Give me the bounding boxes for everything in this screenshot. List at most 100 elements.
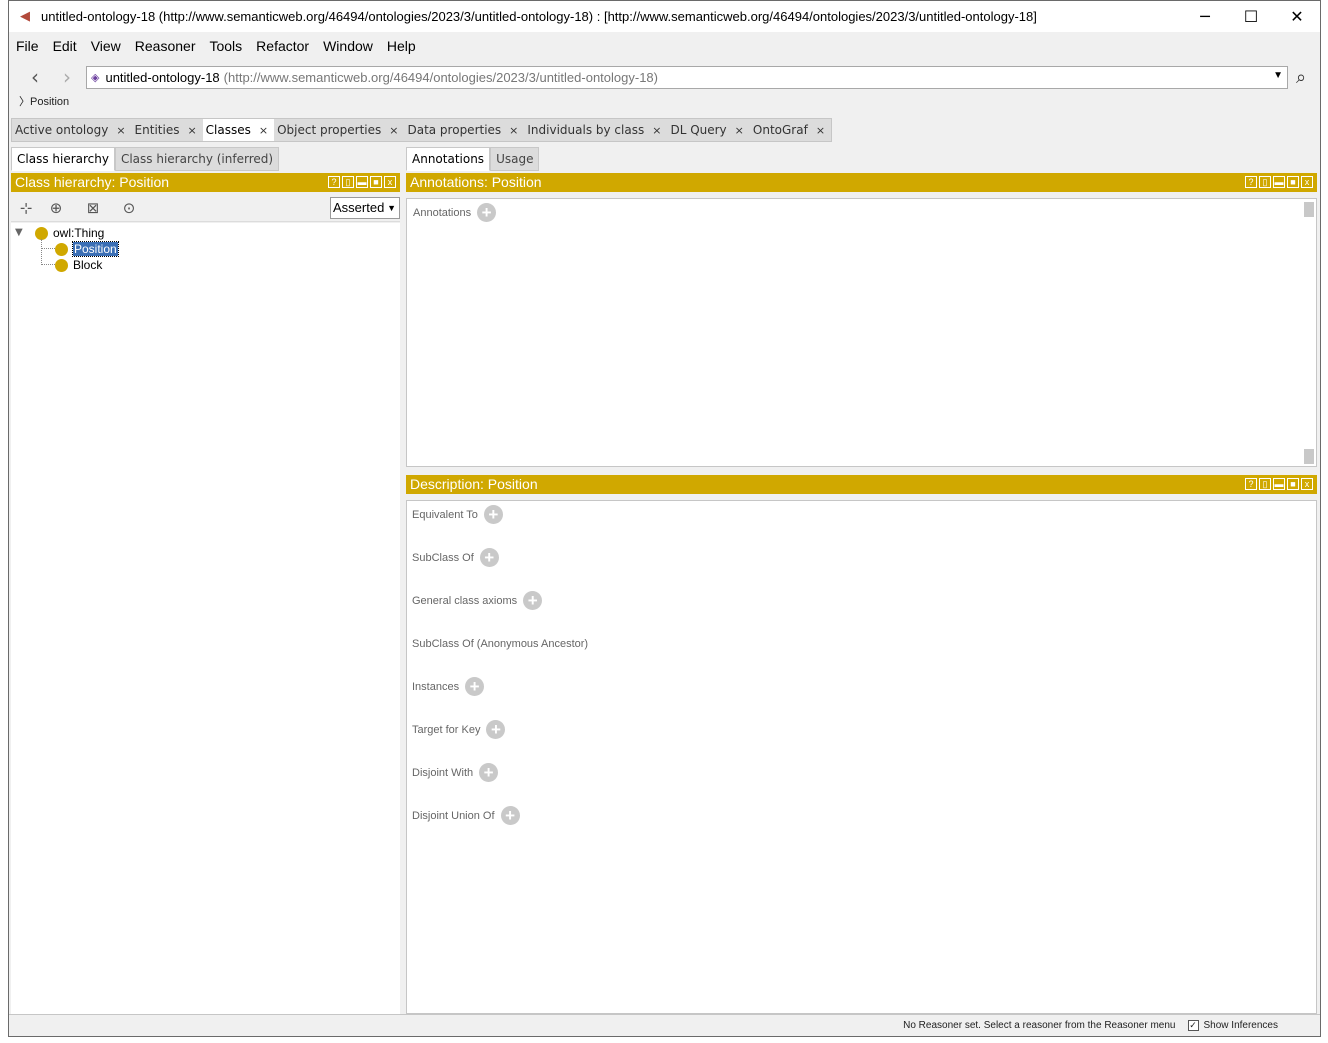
tab-annotations[interactable]: Annotations xyxy=(406,147,491,171)
tab-ontograf[interactable]: OntoGraf × xyxy=(750,119,831,141)
split-horizontal-icon[interactable]: ▬ xyxy=(1273,176,1285,188)
class-tree: ▼ owl:Thing Position Block xyxy=(11,223,400,1014)
close-icon[interactable]: × xyxy=(389,124,398,137)
scrollbar-thumb[interactable] xyxy=(1304,202,1314,217)
menu-edit[interactable]: Edit xyxy=(46,38,84,54)
help-icon[interactable]: ? xyxy=(328,176,340,188)
breadcrumb-item[interactable]: Position xyxy=(30,96,69,108)
add-disjoint-button[interactable]: + xyxy=(479,763,499,782)
navigation-bar: ‹ › ◈ untitled-ontology-18 (http://www.s… xyxy=(9,63,1320,91)
tab-individuals-by-class[interactable]: Individuals by class × xyxy=(524,119,667,141)
close-icon[interactable]: × xyxy=(735,124,744,137)
tab-dl-query[interactable]: DL Query × xyxy=(667,119,749,141)
split-vertical-icon[interactable]: ▯ xyxy=(1259,176,1271,188)
tree-node-position[interactable]: Position xyxy=(55,241,119,257)
split-horizontal-icon[interactable]: ▬ xyxy=(356,176,368,188)
asserted-dropdown[interactable]: Asserted ▼ xyxy=(330,197,400,219)
close-icon[interactable]: × xyxy=(509,124,518,137)
search-icon[interactable]: ⌕ xyxy=(1290,67,1312,89)
ontology-iri: (http://www.semanticweb.org/46494/ontolo… xyxy=(223,70,658,85)
menu-window[interactable]: Window xyxy=(316,38,380,54)
add-gci-button[interactable]: + xyxy=(523,591,543,610)
add-equivalent-button[interactable]: + xyxy=(483,505,503,524)
tab-entities[interactable]: Entities × xyxy=(132,119,203,141)
show-inferences-checkbox[interactable]: ✓ xyxy=(1187,1020,1199,1031)
tree-node-block[interactable]: Block xyxy=(55,257,102,273)
close-icon[interactable]: × xyxy=(116,124,125,137)
menu-view[interactable]: View xyxy=(84,38,128,54)
reasoner-status: No Reasoner set. Select a reasoner from … xyxy=(903,1020,1176,1031)
close-icon[interactable]: × xyxy=(259,124,268,137)
tab-class-hierarchy-inferred[interactable]: Class hierarchy (inferred) xyxy=(114,147,280,171)
class-hierarchy-header: Class hierarchy: Position ? ▯ ▬ ■ x xyxy=(11,173,400,192)
forward-arrow-icon[interactable]: › xyxy=(57,67,77,87)
ontology-diamond-icon: ◈ xyxy=(91,72,100,84)
tab-label: Classes xyxy=(205,123,251,137)
scrollbar-thumb[interactable] xyxy=(1304,449,1314,464)
tab-active-ontology[interactable]: Active ontology × xyxy=(12,119,132,141)
tab-classes[interactable]: Classes × xyxy=(202,119,275,141)
split-vertical-icon[interactable]: ▯ xyxy=(342,176,354,188)
section-label: Disjoint Union Of xyxy=(412,809,495,822)
node-label: Position xyxy=(72,241,119,257)
breadcrumb[interactable]: 〉Position xyxy=(19,93,69,109)
tab-label: DL Query xyxy=(670,123,727,137)
close-icon[interactable]: × xyxy=(816,124,825,137)
tab-class-hierarchy[interactable]: Class hierarchy xyxy=(11,147,115,171)
dropdown-value: Asserted xyxy=(333,200,385,215)
add-superclass-button[interactable]: + xyxy=(479,548,499,567)
menu-help[interactable]: Help xyxy=(380,38,423,54)
chevron-down-icon: ▼ xyxy=(387,203,396,213)
maximize-view-icon[interactable]: ■ xyxy=(1287,478,1299,490)
maximize-view-icon[interactable]: ■ xyxy=(1287,176,1299,188)
menu-tools[interactable]: Tools xyxy=(202,38,249,54)
close-button[interactable]: ✕ xyxy=(1274,1,1320,32)
close-view-icon[interactable]: x xyxy=(1301,478,1313,490)
help-icon[interactable]: ? xyxy=(1245,176,1257,188)
find-class-icon[interactable]: ⊙ xyxy=(118,198,140,218)
add-disjoint-union-button[interactable]: + xyxy=(500,806,520,825)
annotations-panel: Annotations + xyxy=(406,198,1317,467)
section-label: Annotations xyxy=(413,206,472,219)
menu-reasoner[interactable]: Reasoner xyxy=(128,38,203,54)
class-icon xyxy=(35,226,48,240)
menu-refactor[interactable]: Refactor xyxy=(249,38,316,54)
add-sibling-class-icon[interactable]: ⊕ xyxy=(45,198,67,218)
close-view-icon[interactable]: x xyxy=(384,176,396,188)
add-instance-button[interactable]: + xyxy=(465,677,485,696)
tab-data-properties[interactable]: Data properties × xyxy=(404,119,524,141)
ontology-selector[interactable]: ◈ untitled-ontology-18 (http://www.seman… xyxy=(86,66,1288,89)
tab-label: Active ontology xyxy=(15,123,109,137)
delete-class-icon[interactable]: ⊠ xyxy=(82,198,104,218)
panel-title: Description: Position xyxy=(410,476,538,492)
tab-object-properties[interactable]: Object properties × xyxy=(274,119,404,141)
back-arrow-icon[interactable]: ‹ xyxy=(25,67,45,87)
tree-node-owl-thing[interactable]: owl:Thing xyxy=(35,225,104,241)
split-horizontal-icon[interactable]: ▬ xyxy=(1273,478,1285,490)
section-label: Disjoint With xyxy=(412,766,474,779)
expand-toggle-icon[interactable]: ▼ xyxy=(15,227,23,238)
panel-title: Annotations: Position xyxy=(410,174,542,190)
menu-file[interactable]: File xyxy=(9,38,46,54)
tab-label: OntoGraf xyxy=(752,123,808,137)
class-hierarchy-toolbar: ⊹ ⊕ ⊠ ⊙ Asserted ▼ xyxy=(11,194,400,222)
add-annotation-button[interactable]: + xyxy=(477,203,497,222)
close-icon[interactable]: × xyxy=(187,124,196,137)
maximize-view-icon[interactable]: ■ xyxy=(370,176,382,188)
close-view-icon[interactable]: x xyxy=(1301,176,1313,188)
minimize-button[interactable]: ─ xyxy=(1182,1,1228,32)
show-inferences-label: Show Inferences xyxy=(1203,1020,1279,1031)
help-icon[interactable]: ? xyxy=(1245,478,1257,490)
split-vertical-icon[interactable]: ▯ xyxy=(1259,478,1271,490)
chevron-down-icon[interactable]: ▼ xyxy=(1273,70,1283,81)
add-subclass-icon[interactable]: ⊹ xyxy=(15,198,37,218)
add-key-button[interactable]: + xyxy=(486,720,506,739)
panel-title: Class hierarchy: Position xyxy=(15,174,170,190)
maximize-button[interactable]: ☐ xyxy=(1228,1,1274,32)
annotations-header: Annotations: Position ? ▯ ▬ ■ x xyxy=(406,173,1317,192)
section-instances: Instances + xyxy=(412,677,485,696)
tab-usage[interactable]: Usage xyxy=(490,147,540,171)
close-icon[interactable]: × xyxy=(652,124,661,137)
class-icon xyxy=(55,258,68,272)
section-label: General class axioms xyxy=(412,594,518,607)
